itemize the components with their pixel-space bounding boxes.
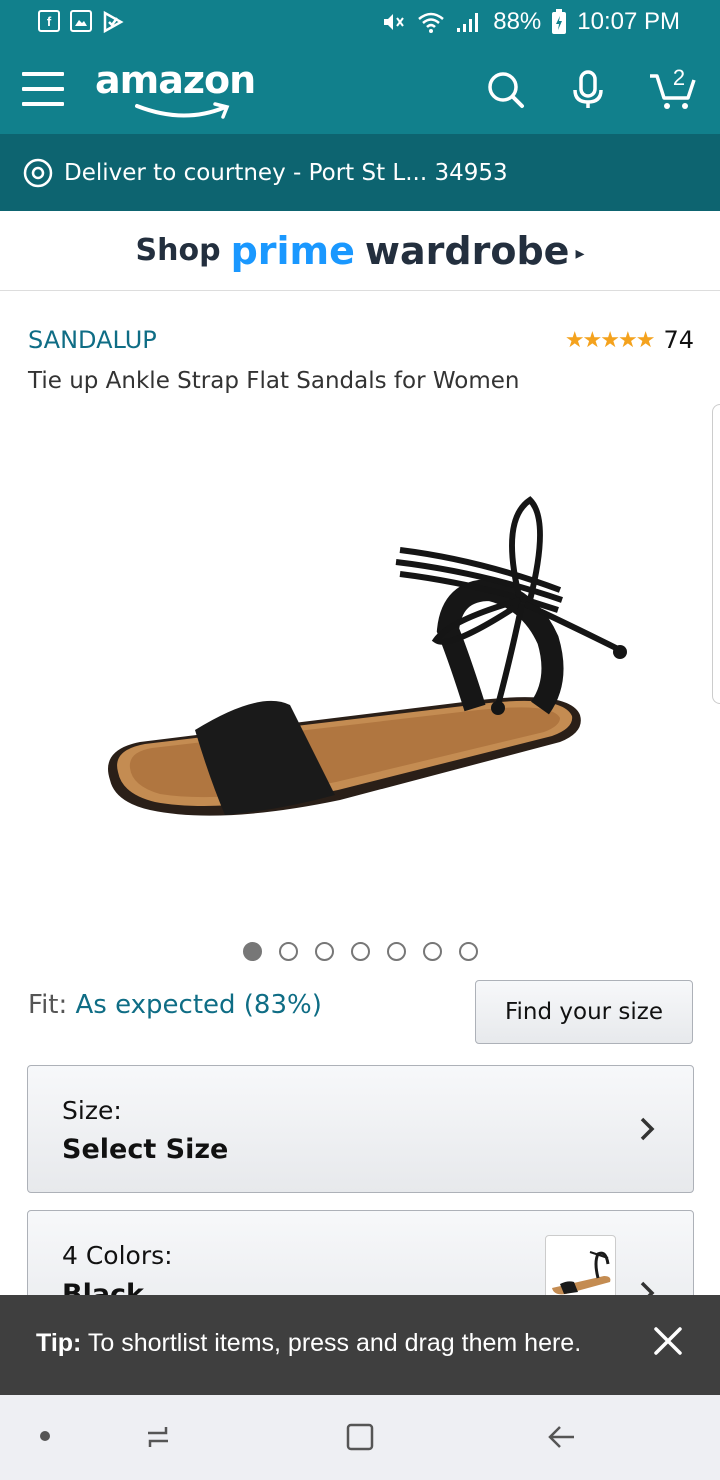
colors-label: 4 Colors: <box>62 1241 173 1270</box>
recent-apps-icon[interactable] <box>140 1419 176 1455</box>
fit-label: Fit: <box>28 990 68 1020</box>
cart-icon[interactable]: 2 <box>648 65 696 112</box>
product-image[interactable] <box>100 480 640 840</box>
carousel-dot[interactable] <box>351 942 370 961</box>
size-label: Size: <box>62 1096 122 1125</box>
carousel-dot[interactable] <box>243 942 262 961</box>
banner-arrow-icon: ▸ <box>575 243 585 264</box>
microphone-icon[interactable] <box>566 68 610 112</box>
banner-shop-text: Shop <box>135 233 221 268</box>
tip-text: Tip: To shortlist items, press and drag … <box>36 1329 581 1358</box>
android-nav-bar <box>0 1395 720 1480</box>
facebook-icon: f <box>38 10 60 32</box>
check-icon <box>102 10 124 38</box>
location-pin-icon <box>23 158 53 187</box>
fit-info: Fit: As expected (83%) <box>28 990 322 1020</box>
product-title: Tie up Ankle Strap Flat Sandals for Wome… <box>28 368 520 394</box>
nav-dot-icon[interactable] <box>40 1431 50 1441</box>
size-selector[interactable]: Size: Select Size <box>27 1065 694 1193</box>
banner-prime-text: prime <box>230 228 355 273</box>
signal-icon <box>455 10 483 34</box>
size-value: Select Size <box>62 1134 229 1165</box>
amazon-logo[interactable]: amazon <box>95 58 256 119</box>
tip-message: To shortlist items, press and drag them … <box>81 1329 582 1357</box>
back-icon[interactable] <box>544 1419 580 1455</box>
tip-banner: Tip: To shortlist items, press and drag … <box>0 1295 720 1395</box>
color-swatch-thumbnail[interactable] <box>545 1235 616 1299</box>
carousel-dot[interactable] <box>459 942 478 961</box>
smile-icon <box>135 102 230 119</box>
chevron-right-icon <box>640 1117 655 1141</box>
tip-bold-label: Tip: <box>36 1329 82 1357</box>
prime-wardrobe-banner[interactable]: Shop prime wardrobe ▸ <box>0 211 720 291</box>
status-bar: f 88% 10:07 PM <box>0 0 720 46</box>
close-icon[interactable] <box>650 1323 686 1359</box>
fit-value-link[interactable]: As expected (83%) <box>76 990 322 1020</box>
deliver-address: Deliver to courtney - Port St L... 34953 <box>64 159 508 186</box>
banner-wardrobe-text: wardrobe <box>364 228 570 273</box>
home-icon[interactable] <box>342 1419 378 1455</box>
search-icon[interactable] <box>484 68 528 112</box>
cart-count: 2 <box>672 65 686 90</box>
logo-text: amazon <box>95 58 256 102</box>
gallery-icon <box>70 10 92 32</box>
hamburger-menu-icon[interactable] <box>22 68 64 110</box>
star-rating-icon: ★★★★★ <box>564 327 656 353</box>
battery-percent: 88% <box>493 8 542 35</box>
carousel-dot[interactable] <box>423 942 442 961</box>
mute-icon <box>381 10 407 34</box>
deliver-to-bar[interactable]: Deliver to courtney - Port St L... 34953 <box>0 134 720 211</box>
product-rating[interactable]: ★★★★★ 74 <box>565 326 694 354</box>
review-count: 74 <box>663 326 694 354</box>
wifi-icon <box>417 10 445 34</box>
shortlist-drawer-handle[interactable] <box>712 404 720 704</box>
battery-icon <box>551 9 567 35</box>
carousel-dot[interactable] <box>279 942 298 961</box>
find-your-size-button[interactable]: Find your size <box>475 980 693 1044</box>
clock: 10:07 PM <box>577 8 680 35</box>
app-header: amazon 2 <box>0 46 720 134</box>
image-carousel-dots[interactable] <box>243 942 478 961</box>
carousel-dot[interactable] <box>315 942 334 961</box>
product-brand-link[interactable]: SANDALUP <box>28 326 157 354</box>
carousel-dot[interactable] <box>387 942 406 961</box>
